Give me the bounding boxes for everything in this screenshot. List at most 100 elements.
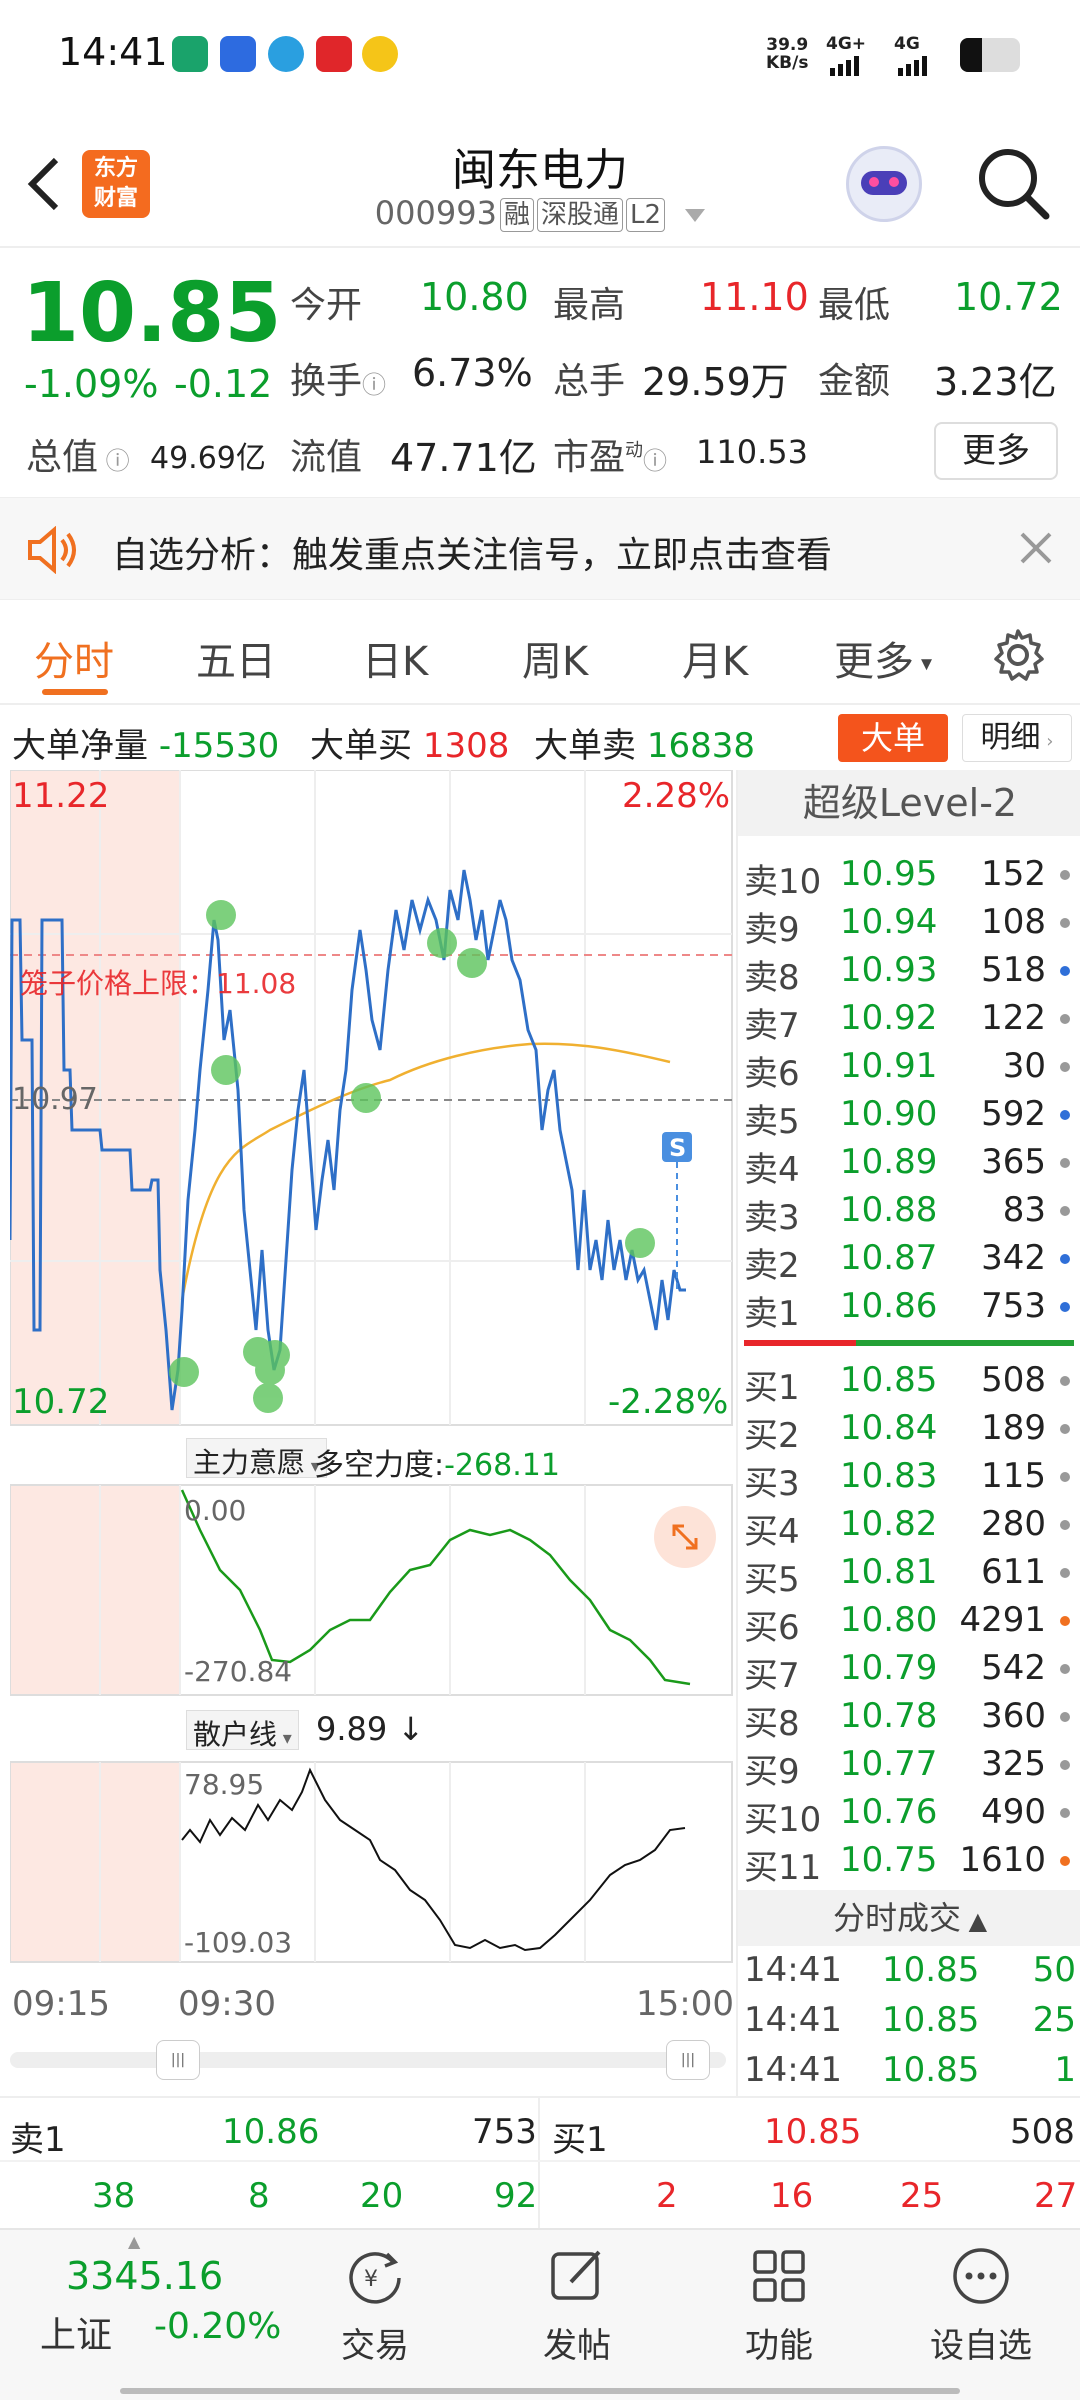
nav-trade[interactable]: ¥ 交易	[320, 2244, 430, 2374]
detail-button[interactable]: 明细 ›	[962, 714, 1072, 762]
grid-icon	[753, 2250, 805, 2302]
buy-volume: 542	[981, 1648, 1046, 1688]
video-app-icon	[316, 36, 352, 72]
slider-handle-left[interactable]: |||	[156, 2040, 200, 2080]
ticks-header[interactable]: 分时成交 ▲	[738, 1890, 1080, 1946]
order-dot-icon	[1060, 918, 1070, 928]
buy-level: 买10	[744, 1800, 822, 1840]
float-label: 流值	[290, 437, 363, 478]
sell-volume: 365	[981, 1142, 1046, 1182]
index-ticker[interactable]: ▲ 3345.16 上证 -0.20%	[0, 2230, 310, 2380]
stock-code: 000993	[374, 194, 497, 232]
indicator2-top: 78.95	[184, 1768, 265, 1801]
buy-row[interactable]: 买1 10.85 508	[738, 1358, 1080, 1408]
change-percent: -1.09%	[24, 362, 159, 406]
mktcap-value: 49.69亿	[150, 441, 266, 476]
tab-weekly-k[interactable]: 周K	[522, 629, 588, 687]
range-slider[interactable]: ||| |||	[10, 2040, 726, 2080]
slider-handle-right[interactable]: |||	[666, 2040, 710, 2080]
sell-level: 卖4	[744, 1150, 800, 1190]
sell-price: 10.95	[840, 854, 938, 894]
edit-icon	[551, 2250, 601, 2300]
buy-row[interactable]: 买2 10.84 189	[738, 1406, 1080, 1456]
sell-row[interactable]: 卖8 10.93 518	[738, 948, 1080, 998]
sell-row[interactable]: 卖10 10.95 152	[738, 852, 1080, 902]
expand-icon[interactable]	[654, 1506, 716, 1568]
sell-row[interactable]: 卖7 10.92 122	[738, 996, 1080, 1046]
buy-volume: 1610	[959, 1840, 1046, 1880]
sell-volume: 152	[981, 854, 1046, 894]
sell-level: 卖10	[744, 862, 822, 902]
nav-functions[interactable]: 功能	[724, 2244, 834, 2374]
buy-row[interactable]: 买8 10.78 360	[738, 1694, 1080, 1744]
sell-volume: 30	[1002, 1046, 1046, 1086]
order-dot-icon	[1060, 1568, 1070, 1578]
notice-banner[interactable]: 自选分析：触发重点关注信号，立即点击查看	[0, 497, 1080, 600]
open-value: 10.80	[420, 275, 529, 319]
indicator1-selector[interactable]: 主力意愿 ▾	[186, 1438, 327, 1479]
sell-row[interactable]: 卖6 10.91 30	[738, 1044, 1080, 1094]
sell-row[interactable]: 卖1 10.86 753	[738, 1284, 1080, 1334]
order-dot-icon	[1060, 1206, 1070, 1216]
buy-queue-item: 27	[1034, 2176, 1078, 2216]
info-icon: ⓘ	[643, 447, 668, 475]
tick-row: 14:41 10.85 1	[738, 2048, 1080, 2098]
sell-volume: 518	[981, 950, 1046, 990]
low-value: 10.72	[954, 275, 1063, 319]
order-dot-icon	[1060, 1760, 1070, 1770]
sell-row[interactable]: 卖2 10.87 342	[738, 1236, 1080, 1286]
robot-assistant-icon[interactable]	[846, 146, 922, 222]
status-time: 14:41	[58, 30, 168, 74]
buy-row[interactable]: 买11 10.75 1610	[738, 1838, 1080, 1888]
buy-row[interactable]: 买7 10.79 542	[738, 1646, 1080, 1696]
tick-time: 14:41	[744, 2050, 842, 2090]
intraday-chart-area[interactable]: S 11.22 2.28% 10.72 -2.28% 笼子价格上限：11.08 …	[10, 770, 734, 2090]
telegram-icon	[268, 36, 304, 72]
sell-row[interactable]: 卖9 10.94 108	[738, 900, 1080, 950]
pe-label: 市盈动ⓘ	[553, 437, 668, 478]
order-dot-icon	[1060, 1664, 1070, 1674]
buy-row[interactable]: 买4 10.82 280	[738, 1502, 1080, 1552]
sell-level: 卖3	[744, 1198, 800, 1238]
bq-sell-price: 10.86	[222, 2112, 320, 2152]
big-order-button[interactable]: 大单	[838, 714, 948, 762]
nav-add-watchlist[interactable]: 设自选	[916, 2244, 1046, 2374]
tab-intraday[interactable]: 分时	[34, 629, 114, 687]
buy-row[interactable]: 买3 10.83 115	[738, 1454, 1080, 1504]
tab-monthly-k[interactable]: 月K	[682, 629, 748, 687]
indicator2-selector[interactable]: 散户线 ▾	[186, 1710, 299, 1751]
tab-daily-k[interactable]: 日K	[362, 629, 428, 687]
buy-level: 买9	[744, 1752, 800, 1792]
time-end: 15:00	[636, 1984, 734, 2024]
buy-row[interactable]: 买10 10.76 490	[738, 1790, 1080, 1840]
gear-icon[interactable]	[990, 627, 1046, 683]
buy-row[interactable]: 买6 10.80 4291	[738, 1598, 1080, 1648]
sell-row[interactable]: 卖4 10.89 365	[738, 1140, 1080, 1190]
sell-row[interactable]: 卖3 10.88 83	[738, 1188, 1080, 1238]
buy-level: 买5	[744, 1560, 800, 1600]
sell-queue-item: 20	[360, 2176, 404, 2216]
sell-row[interactable]: 卖5 10.90 592	[738, 1092, 1080, 1142]
buy-price: 10.84	[840, 1408, 938, 1448]
buy-row[interactable]: 买9 10.77 325	[738, 1742, 1080, 1792]
index-name: 上证	[40, 2315, 113, 2356]
search-icon[interactable]	[974, 144, 1054, 224]
nav-post[interactable]: 发帖	[522, 2244, 632, 2374]
sell-queue-item: 38	[92, 2176, 136, 2216]
more-button[interactable]: 更多	[934, 422, 1058, 480]
order-dot-icon	[1060, 1014, 1070, 1024]
buy-level: 买8	[744, 1704, 800, 1744]
notice-text: 自选分析：触发重点关注信号，立即点击查看	[112, 535, 833, 576]
app-notification-icon	[362, 36, 398, 72]
tab-five-day[interactable]: 五日	[196, 629, 276, 687]
speaker-icon	[28, 526, 76, 574]
chart-min-price: 10.72	[12, 1382, 110, 1422]
buy-row[interactable]: 买5 10.81 611	[738, 1550, 1080, 1600]
tab-more[interactable]: 更多 ▾	[834, 629, 932, 687]
index-pct: -0.20%	[154, 2306, 282, 2347]
close-icon[interactable]	[1018, 530, 1054, 566]
sell-volume: 122	[981, 998, 1046, 1038]
level2-title[interactable]: 超级Level-2	[738, 770, 1080, 836]
low-label: 最低	[818, 285, 891, 326]
prev-close-label: 10.97	[12, 1082, 98, 1117]
